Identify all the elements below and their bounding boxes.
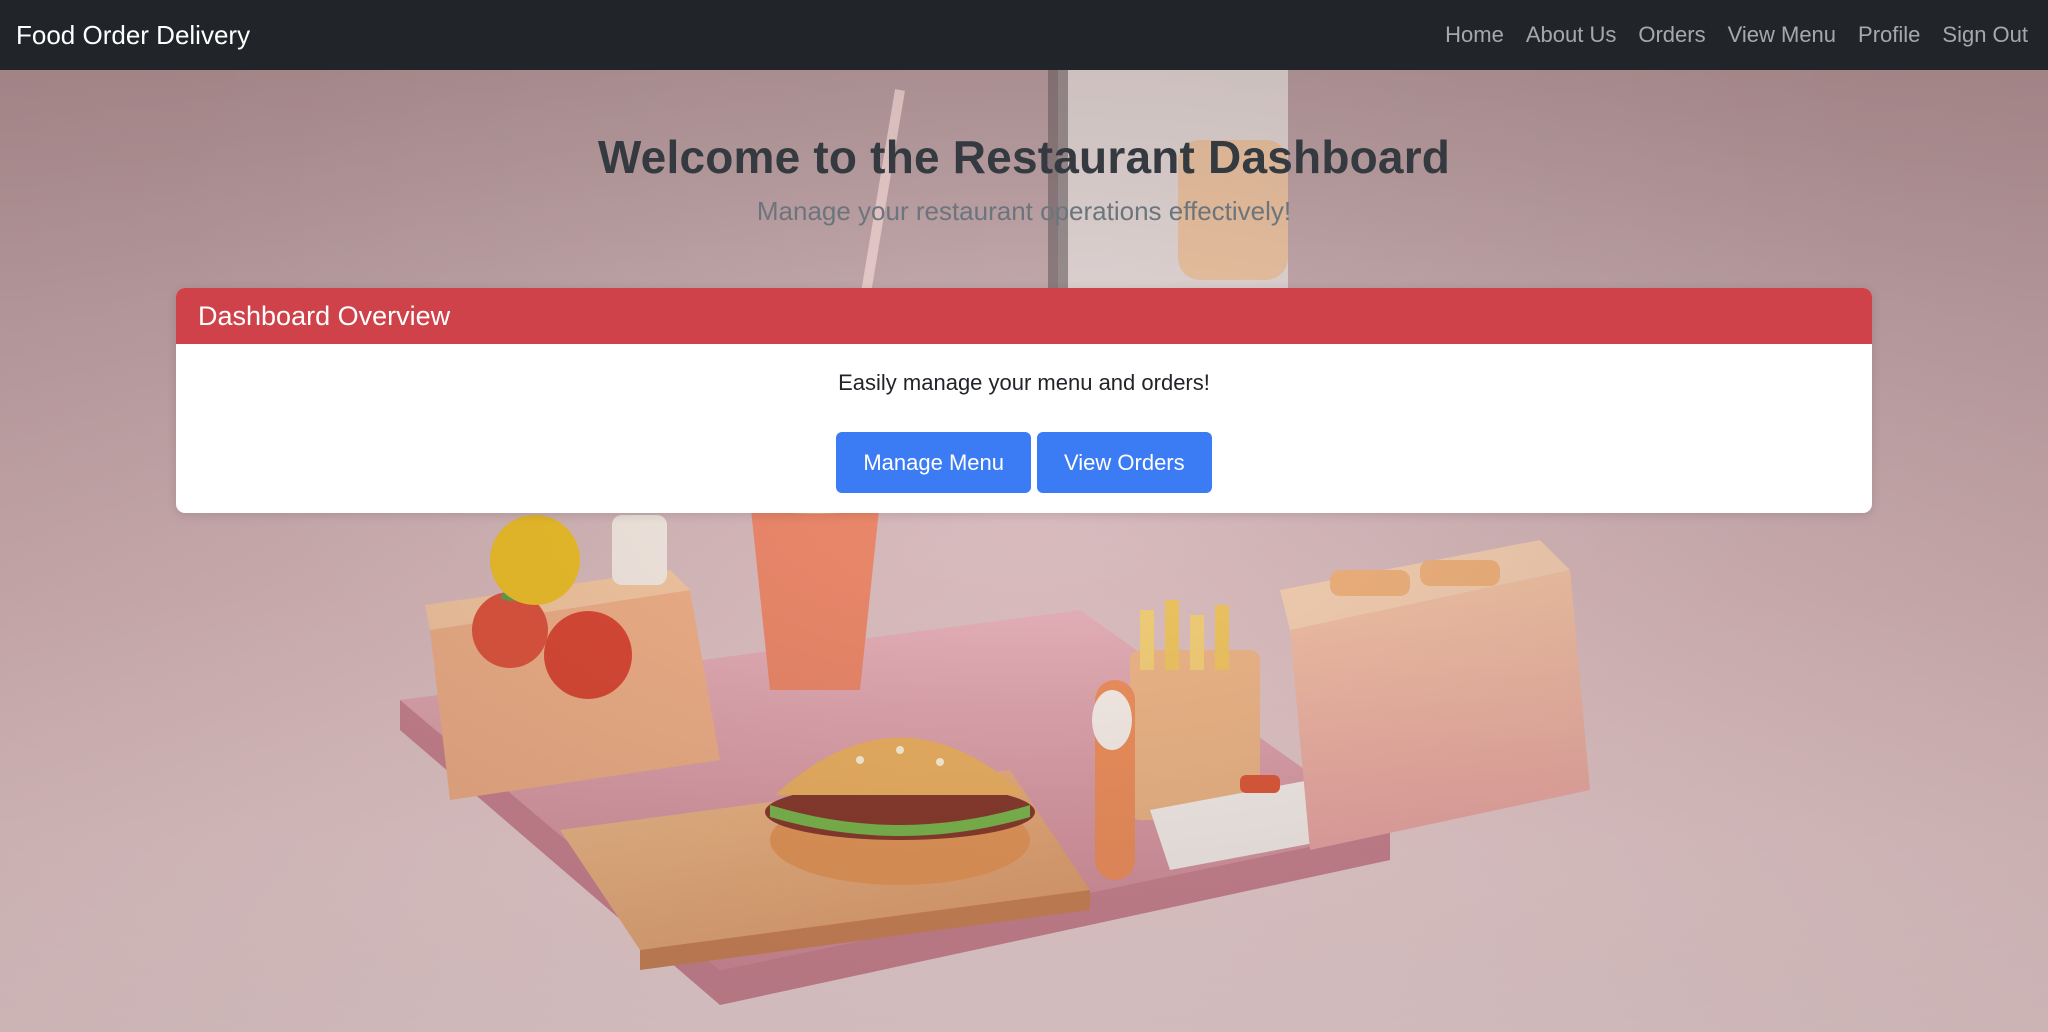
card-actions: Manage Menu View Orders (176, 432, 1872, 493)
page-title: Welcome to the Restaurant Dashboard (597, 131, 1451, 183)
nav-link-orders[interactable]: Orders (1627, 22, 1716, 48)
nav-link-home[interactable]: Home (1434, 22, 1515, 48)
nav-links: Home About Us Orders View Menu Profile S… (1434, 22, 2032, 48)
page-subtitle: Manage your restaurant operations effect… (756, 196, 1292, 226)
manage-menu-button[interactable]: Manage Menu (836, 432, 1031, 493)
card-description: Easily manage your menu and orders! (838, 370, 1210, 395)
nav-link-about-us[interactable]: About Us (1515, 22, 1628, 48)
card-body: Easily manage your menu and orders! Mana… (176, 370, 1872, 493)
dashboard-overview-card: Dashboard Overview Easily manage your me… (176, 288, 1872, 513)
nav-link-profile[interactable]: Profile (1847, 22, 1931, 48)
card-title: Dashboard Overview (198, 300, 451, 331)
nav-link-view-menu[interactable]: View Menu (1717, 22, 1847, 48)
view-orders-button[interactable]: View Orders (1037, 432, 1212, 493)
top-navbar: Food Order Delivery Home About Us Orders… (0, 0, 2048, 70)
welcome-section: Welcome to the Restaurant Dashboard Mana… (0, 130, 2048, 227)
nav-link-sign-out[interactable]: Sign Out (1931, 22, 2032, 48)
card-header: Dashboard Overview (176, 288, 1872, 344)
brand-logo-link[interactable]: Food Order Delivery (16, 20, 250, 51)
